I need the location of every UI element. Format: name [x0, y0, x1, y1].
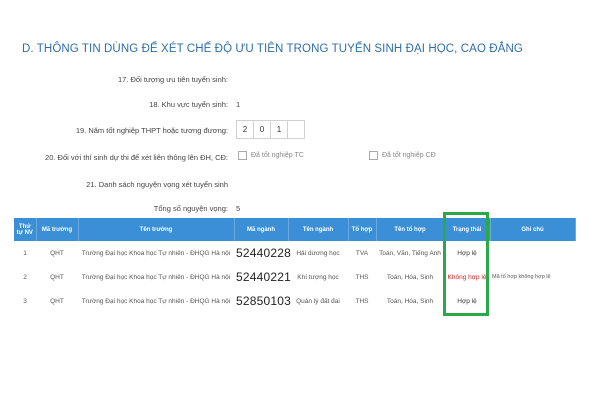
checkbox-graduated-cd[interactable]: Đã tốt nghiệp CĐ — [369, 151, 436, 160]
cell-ten-truong: Trường Đại học Khoa học Tự nhiên - ĐHQG … — [81, 249, 231, 257]
cell-trang-thai: Không hợp lệ — [447, 273, 487, 281]
total-wishes-value: 5 — [236, 204, 241, 213]
year-digit-3[interactable]: 1 — [270, 120, 288, 139]
field-graduation-year: 19. Năm tốt nghiệp THPT hoặc tương đương… — [0, 120, 600, 139]
field-priority-group: 17. Đối tượng ưu tiên tuyển sinh: — [0, 72, 600, 88]
year-digit-4[interactable] — [287, 120, 305, 139]
cell-ma-truong: QHT — [50, 297, 64, 305]
checkbox-tc-label: Đã tốt nghiệp TC — [251, 152, 304, 159]
field-wish-list: 21. Danh sách nguyện vọng xét tuyển sinh — [0, 177, 600, 193]
header-ten-nganh: Tên ngành — [288, 218, 349, 241]
table-row: 1 QHT Trường Đại học Khoa học Tự nhiên -… — [14, 241, 575, 265]
wish-list-label: 21. Danh sách nguyện vọng xét tuyển sinh — [86, 180, 228, 189]
field-total-wishes: Tổng số nguyện vọng: 5 — [0, 201, 600, 217]
header-ma-truong: Mã trường — [36, 218, 79, 241]
header-trang-thai: Trạng thái — [444, 218, 491, 241]
field-region: 18. Khu vực tuyển sinh: 1 — [0, 97, 600, 113]
cell-trang-thai: Hợp lệ — [457, 249, 477, 257]
cell-nv: 1 — [23, 249, 27, 257]
cell-nv: 2 — [23, 273, 27, 281]
total-wishes-label: Tổng số nguyện vọng: — [153, 204, 228, 213]
cell-ten-to-hop: Toán, Hóa, Sinh — [386, 273, 434, 281]
year-digit-2[interactable]: 0 — [253, 120, 271, 139]
cell-ma-truong: QHT — [50, 273, 64, 281]
region-label: 18. Khu vực tuyển sinh: — [149, 100, 228, 109]
header-ten-to-hop: Tên tổ hợp — [376, 218, 445, 241]
cell-to-hop: THS — [355, 273, 369, 281]
checkbox-cd-label: Đã tốt nghiệp CĐ — [382, 152, 436, 159]
cell-ten-nganh: Khí tượng học — [297, 273, 339, 281]
cell-ten-truong: Trường Đại học Khoa học Tự nhiên - ĐHQG … — [81, 273, 231, 281]
checkbox-graduated-tc[interactable]: Đã tốt nghiệp TC — [238, 151, 304, 160]
cell-trang-thai: Hợp lệ — [457, 297, 477, 305]
transfer-label: 20. Đối với thí sinh dự thi để xét liên … — [45, 153, 228, 162]
header-ghi-chu: Ghi chú — [490, 218, 576, 241]
priority-group-label: 17. Đối tượng ưu tiên tuyển sinh: — [117, 75, 228, 84]
section-title: D. THÔNG TIN DÙNG ĐỂ XÉT CHẾ ĐỘ ƯU TIÊN … — [22, 43, 523, 55]
cell-ma-nganh: 52850103 — [236, 294, 291, 308]
checkbox-tc-box[interactable] — [238, 151, 247, 160]
graduation-year-label: 19. Năm tốt nghiệp THPT hoặc tương đương… — [75, 126, 228, 135]
graduation-year-input[interactable]: 2 0 1 — [236, 120, 305, 139]
cell-ten-truong: Trường Đại học Khoa học Tự nhiên - ĐHQG … — [81, 297, 231, 305]
header-to-hop: Tổ hợp — [348, 218, 377, 241]
cell-ten-nganh: Quản lý đất đai — [296, 297, 340, 305]
field-transfer: 20. Đối với thí sinh dự thi để xét liên … — [0, 150, 600, 166]
table-row: 3 QHT Trường Đại học Khoa học Tự nhiên -… — [14, 289, 575, 313]
header-ten-truong: Tên trường — [78, 218, 235, 241]
cell-ma-nganh: 52440221 — [236, 270, 291, 284]
header-ma-nganh: Mã ngành — [234, 218, 289, 241]
table-row: 2 QHT Trường Đại học Khoa học Tự nhiên -… — [14, 265, 575, 289]
year-digit-1[interactable]: 2 — [236, 120, 254, 139]
cell-ghi-chu: Mã tổ hợp không hợp lệ — [492, 273, 551, 280]
checkbox-cd-box[interactable] — [369, 151, 378, 160]
cell-ten-nganh: Hải dương học — [296, 249, 340, 257]
cell-to-hop: TVA — [355, 249, 369, 257]
cell-to-hop: THS — [355, 297, 369, 305]
cell-ma-nganh: 52440228 — [236, 246, 291, 260]
table-header-row: Thứ tự NV Mã trường Tên trường Mã ngành … — [14, 218, 576, 241]
cell-nv: 3 — [23, 297, 27, 305]
wish-table: Thứ tự NV Mã trường Tên trường Mã ngành … — [14, 218, 576, 313]
region-value: 1 — [236, 100, 241, 109]
cell-ghi-chu — [490, 289, 575, 313]
cell-ten-to-hop: Toán, Văn, Tiếng Anh — [379, 249, 441, 257]
header-nv: Thứ tự NV — [14, 218, 37, 241]
cell-ghi-chu — [490, 241, 575, 265]
cell-ma-truong: QHT — [50, 249, 64, 257]
cell-ten-to-hop: Toán, Hóa, Sinh — [386, 297, 434, 305]
